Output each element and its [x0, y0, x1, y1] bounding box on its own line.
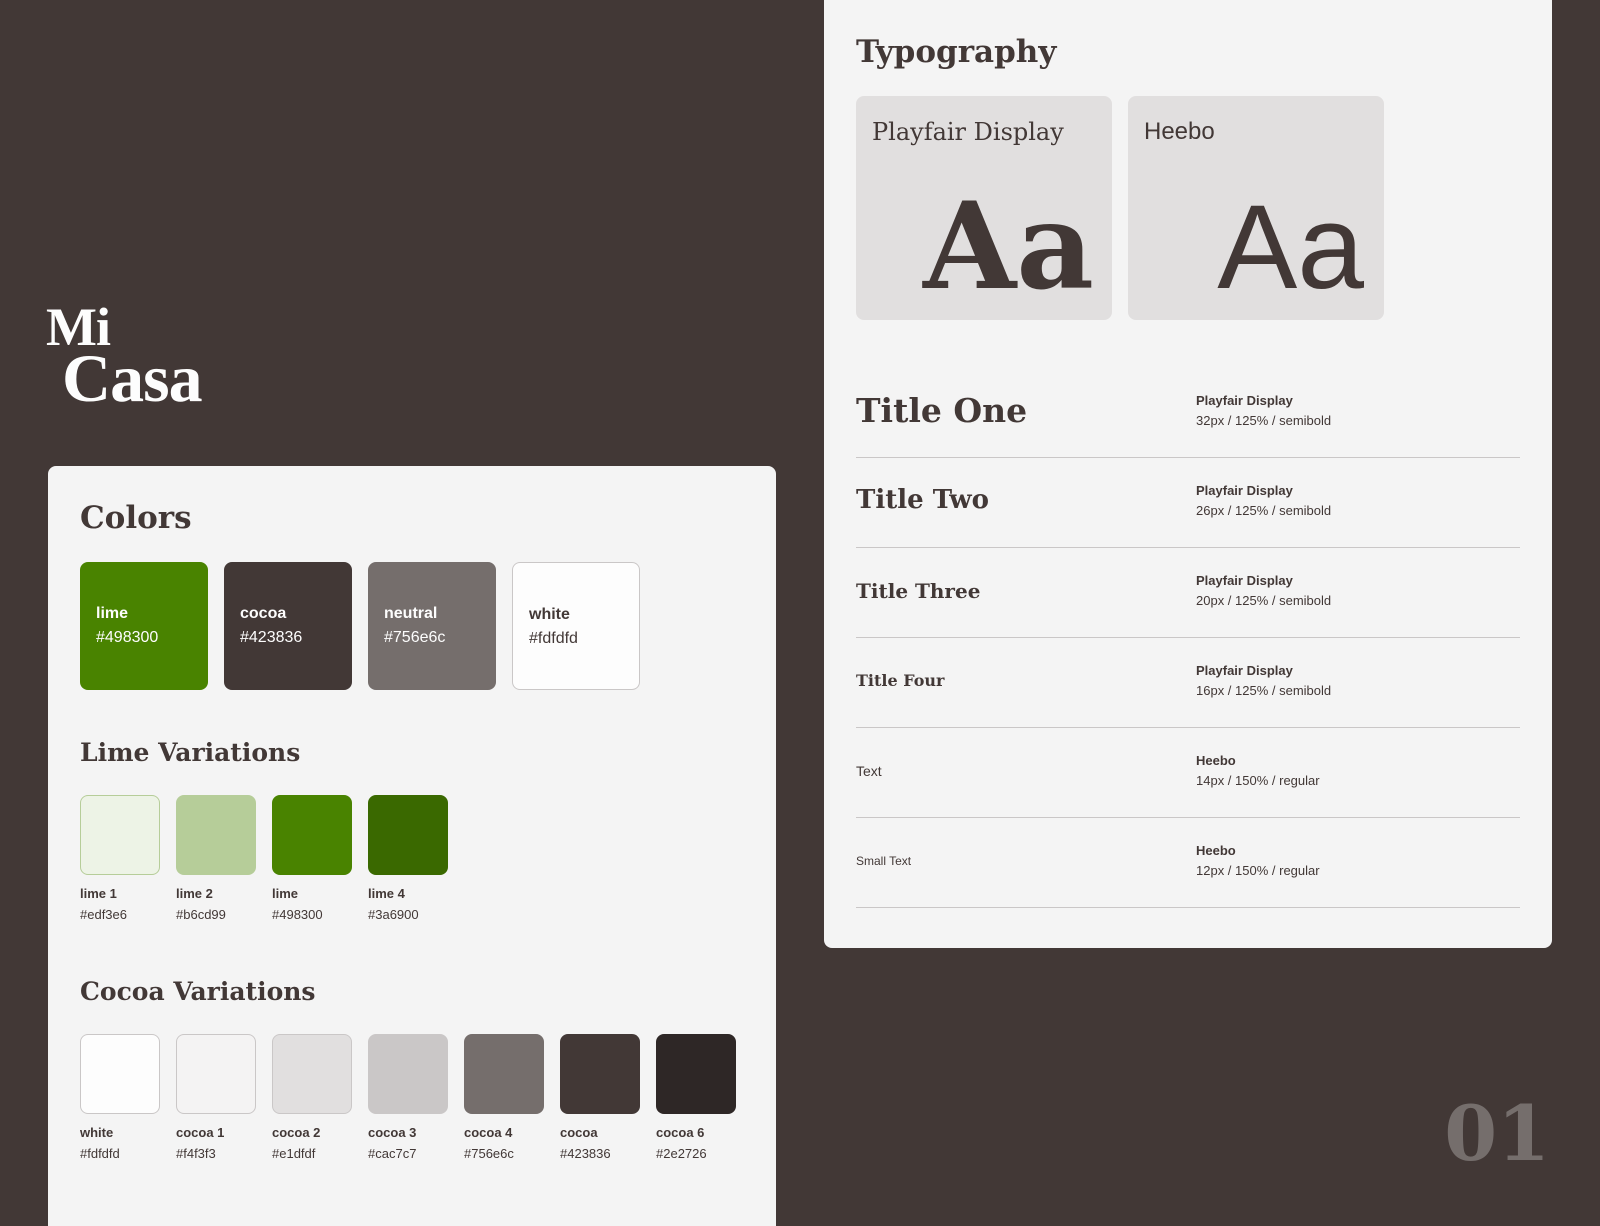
- color-chip: [176, 1034, 256, 1114]
- swatch-lime: lime #498300: [80, 562, 208, 690]
- chip-label: cocoa 3: [368, 1125, 417, 1140]
- color-chip: [656, 1034, 736, 1114]
- type-row-text: Text Heebo 14px / 150% / regular: [856, 727, 1520, 818]
- chip-hex: #3a6900: [368, 907, 419, 922]
- type-font: Heebo: [1196, 753, 1236, 768]
- page-number: 01: [1444, 1089, 1550, 1178]
- type-spec: 14px / 150% / regular: [1196, 773, 1320, 788]
- type-spec: 32px / 125% / semibold: [1196, 413, 1332, 428]
- chip-hex: #fdfdfd: [80, 1146, 120, 1161]
- chip-hex: #edf3e6: [80, 907, 127, 922]
- swatch-hex: #498300: [96, 629, 159, 646]
- chip-label: lime 4: [368, 886, 405, 901]
- swatch-white: white #fdfdfd: [512, 562, 640, 690]
- type-row-title-two: Title Two Playfair Display 26px / 125% /…: [856, 457, 1520, 548]
- typography-title: Typography: [856, 34, 1057, 70]
- type-row-title-three: Title Three Playfair Display 20px / 125%…: [856, 547, 1520, 638]
- chip-hex: #498300: [272, 907, 323, 922]
- lime-variations-title: Lime Variations: [80, 738, 301, 767]
- color-chip: [80, 795, 160, 875]
- type-row-title-one: Title One Playfair Display 32px / 125% /…: [856, 367, 1520, 458]
- swatch-cocoa: cocoa #423836: [224, 562, 352, 690]
- chip-label: cocoa 1: [176, 1125, 225, 1140]
- type-sample: Title Two: [856, 485, 989, 515]
- type-sample: Title One: [856, 391, 1028, 430]
- chip-hex: #756e6c: [464, 1146, 514, 1161]
- type-font: Playfair Display: [1196, 663, 1293, 678]
- swatch-name: neutral: [384, 605, 438, 622]
- type-row-small-text: Small Text Heebo 12px / 150% / regular: [856, 817, 1520, 908]
- chip-label: cocoa 4: [464, 1125, 513, 1140]
- chip-label: cocoa 2: [272, 1125, 321, 1140]
- swatch-hex: #756e6c: [384, 629, 446, 646]
- chip-hex: #f4f3f3: [176, 1146, 216, 1161]
- type-spec: 20px / 125% / semibold: [1196, 593, 1332, 608]
- swatch-hex: #423836: [240, 629, 303, 646]
- logo-line-2: Casa: [62, 340, 203, 416]
- font-tile-playfair: Playfair Display Aa: [856, 96, 1112, 320]
- swatch-name: cocoa: [240, 605, 287, 622]
- chip-hex: #423836: [560, 1146, 611, 1161]
- chip-hex: #e1dfdf: [272, 1146, 316, 1161]
- chip-hex: #2e2726: [656, 1146, 707, 1161]
- font-name: Playfair Display: [872, 118, 1064, 146]
- type-font: Playfair Display: [1196, 573, 1293, 588]
- type-sample: Title Four: [856, 671, 945, 690]
- cocoa-variations-title: Cocoa Variations: [80, 977, 316, 1006]
- type-sample: Text: [856, 763, 882, 779]
- font-name: Heebo: [1144, 118, 1215, 145]
- color-chip: [272, 1034, 352, 1114]
- type-font: Heebo: [1196, 843, 1236, 858]
- chip-hex: #b6cd99: [176, 907, 226, 922]
- chip-label: cocoa 6: [656, 1125, 705, 1140]
- type-font: Playfair Display: [1196, 483, 1293, 498]
- chip-label: lime: [272, 886, 299, 901]
- type-font: Playfair Display: [1196, 393, 1293, 408]
- type-sample: Small Text: [856, 854, 912, 868]
- font-tile-heebo: Heebo Aa: [1128, 96, 1384, 320]
- type-spec: 26px / 125% / semibold: [1196, 503, 1332, 518]
- type-spec: 16px / 125% / semibold: [1196, 683, 1332, 698]
- chip-label: white: [80, 1125, 114, 1140]
- type-sample: Title Three: [856, 579, 981, 603]
- font-sample: Aa: [923, 176, 1094, 317]
- color-chip: [368, 795, 448, 875]
- swatch-neutral: neutral #756e6c: [368, 562, 496, 690]
- chip-label: cocoa: [560, 1125, 598, 1140]
- chip-hex: #cac7c7: [368, 1146, 417, 1161]
- swatch-name: white: [529, 606, 570, 623]
- type-spec: 12px / 150% / regular: [1196, 863, 1320, 878]
- colors-card: Colors lime #498300 cocoa #423836 neutra…: [48, 466, 776, 1226]
- typography-card: Typography Playfair Display Aa Heebo Aa …: [824, 0, 1552, 948]
- color-chip: [272, 795, 352, 875]
- color-chip: [80, 1034, 160, 1114]
- color-chip: [560, 1034, 640, 1114]
- color-chip: [464, 1034, 544, 1114]
- color-chip: [176, 795, 256, 875]
- colors-title: Colors: [80, 500, 192, 536]
- color-chip: [368, 1034, 448, 1114]
- swatch-name: lime: [96, 605, 129, 622]
- type-row-title-four: Title Four Playfair Display 16px / 125% …: [856, 637, 1520, 728]
- chip-label: lime 2: [176, 886, 213, 901]
- font-sample: Aa: [1217, 180, 1364, 314]
- swatch-hex: #fdfdfd: [529, 630, 578, 647]
- chip-label: lime 1: [80, 886, 117, 901]
